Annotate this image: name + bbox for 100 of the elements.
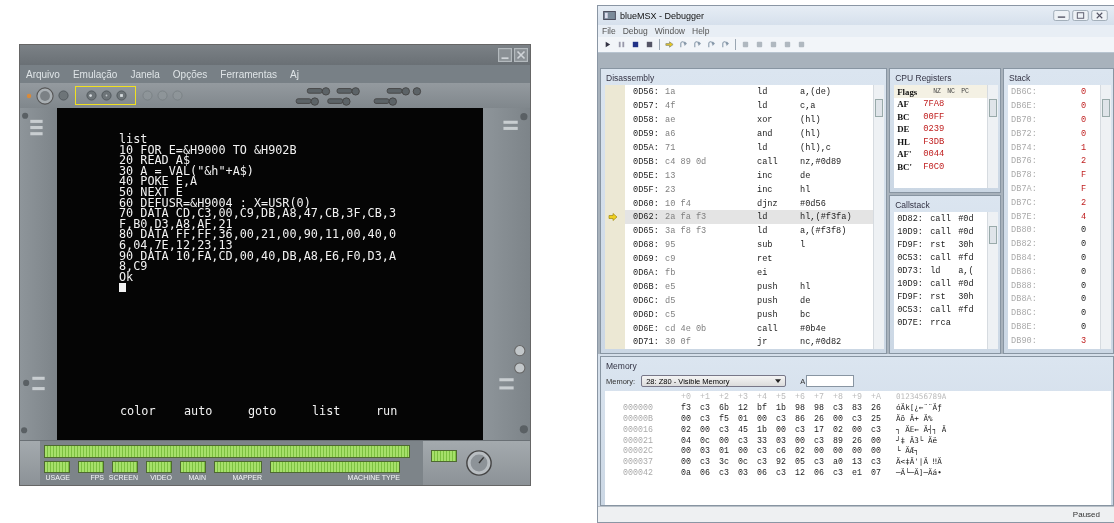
disassembly-row[interactable]: 0D58: ae xor (hl) [625, 113, 874, 128]
address-field[interactable] [806, 375, 855, 388]
disassembly-row[interactable]: 0D6E: cd 4e 0b call #0b4e [625, 321, 874, 336]
round-button[interactable] [116, 90, 127, 101]
scrollbar[interactable] [987, 212, 999, 350]
hex-byte: c3 [833, 403, 844, 413]
address-text: 0D5B: [633, 156, 660, 167]
screen-text: 60 DEFUSR=&H9004 : X=USR(0) [119, 197, 311, 209]
hex-byte: c3 [833, 467, 844, 477]
panel-title: Stack [1008, 72, 1032, 86]
mnemonic-text: sub [757, 240, 774, 251]
disassembly-row[interactable]: 0D5F: 23 inc hl [625, 182, 874, 197]
operand-text: #0d [958, 278, 974, 289]
hex-byte: 00 [681, 413, 692, 423]
register-name: BC' [897, 161, 913, 172]
disassembly-row[interactable]: 0D60: 10 f4 djnz #0d56 [625, 196, 874, 211]
stack-value: 2 [1081, 156, 1087, 167]
disassembly-row[interactable]: 0D69: c9 ret [625, 252, 874, 267]
address-text: 0D5A: [633, 142, 660, 153]
disassembly-row[interactable]: 0D5B: c4 89 0d call nz,#0d89 [625, 154, 874, 169]
disassembly-row[interactable]: 0D56: 1a ld a,(de) [625, 85, 874, 100]
register-value: F3DB [923, 136, 945, 147]
disassembly-row[interactable]: 0D5E: 13 inc de [625, 168, 874, 183]
scrollbar[interactable] [873, 85, 885, 350]
register-name: AF' [897, 149, 913, 160]
stack-value: 2 [1081, 197, 1087, 208]
bytes-text: 95 [665, 240, 677, 251]
minimize-button[interactable] [498, 48, 512, 62]
menu-item[interactable]: File [602, 26, 616, 37]
hex-byte: 45 [738, 424, 749, 434]
screen-text: 90 DATA 10,FA,CD,00,40,DB,A8,E6,F0,D3,A [119, 250, 396, 262]
function-key-label: run [376, 404, 399, 418]
column-header: +9 [852, 392, 863, 402]
address-text: DB7A: [1011, 183, 1038, 194]
hex-byte: 00 [757, 413, 768, 423]
address-text: 0C53: [897, 304, 924, 315]
hex-byte: 00 [795, 435, 806, 445]
step-icon[interactable] [707, 40, 716, 50]
menu-item[interactable]: Help [692, 26, 710, 37]
mnemonic-text: ld [757, 226, 769, 237]
play-icon[interactable] [603, 40, 612, 50]
address-text: 0D69: [633, 254, 660, 265]
hex-byte: 12 [738, 403, 749, 413]
disassembly-row[interactable]: 0D6B: e5 push hl [625, 279, 874, 294]
menu-item[interactable]: Debug [622, 26, 648, 37]
step-icon[interactable] [679, 40, 688, 50]
maximize-button[interactable] [1072, 10, 1089, 22]
step-icon[interactable] [721, 40, 730, 50]
disassembly-row[interactable]: 0D59: a6 and (hl) [625, 127, 874, 141]
knob-icon[interactable] [36, 86, 54, 105]
square-icon[interactable] [645, 40, 654, 50]
bytes-text: c4 89 0d [665, 156, 708, 167]
minimize-button[interactable] [1053, 10, 1070, 22]
scrollbar[interactable] [987, 85, 999, 189]
disassembly-row[interactable]: 0D57: 4f ld c,a [625, 99, 874, 114]
operand-text: #0d [958, 226, 974, 237]
address-text: 0D58: [633, 115, 660, 126]
caret-icon [775, 379, 782, 384]
bytes-text: 10 f4 [665, 198, 692, 209]
register-value: F0C0 [923, 161, 945, 172]
address-text: 000016 [623, 424, 654, 434]
hex-byte: c3 [795, 424, 806, 434]
register-name: DE [897, 124, 911, 135]
operand-text: (hl) [800, 115, 821, 126]
disassembly-row[interactable]: 0D6C: d5 push de [625, 293, 874, 308]
step-icon[interactable] [693, 40, 702, 50]
address-text: 000037 [623, 457, 654, 467]
round-button[interactable] [101, 90, 112, 101]
mnemonic-text: djnz [757, 198, 779, 209]
menu-item[interactable]: Window [654, 26, 685, 37]
operand-text: #fd [958, 252, 974, 263]
arrow-icon[interactable] [665, 40, 674, 50]
close-button[interactable] [1091, 10, 1108, 22]
address-text: 10D9: [897, 278, 924, 289]
stack-value: 0 [1081, 266, 1087, 277]
mnemonic-text: call [930, 252, 952, 263]
disassembly-row[interactable]: 0D68: 95 sub l [625, 238, 874, 253]
round-button[interactable] [86, 90, 97, 101]
hex-byte: 33 [757, 435, 768, 445]
operand-text: 30h [958, 291, 974, 302]
round-button[interactable] [58, 90, 69, 101]
hex-byte: c3 [871, 424, 882, 434]
scrollbar[interactable] [1100, 85, 1111, 350]
knob-icon[interactable] [465, 449, 493, 477]
disassembly-row[interactable]: 0D65: 3a f8 f3 ld a,(#f3f8) [625, 224, 874, 239]
disassembly-row[interactable]: 0D5A: 71 ld (hl),c [625, 141, 874, 155]
mnemonic-text: inc [757, 170, 774, 181]
disassembly-row[interactable]: 0D6A: fb ei [625, 266, 874, 280]
disassembly-row[interactable]: 0D6D: c5 push bc [625, 307, 874, 322]
stop-icon[interactable] [631, 40, 640, 50]
register-name: AF [897, 99, 910, 110]
window-title: blueMSX - Debugger [620, 10, 705, 21]
hex-byte: c3 [700, 457, 711, 467]
disassembly-row[interactable]: 0D71: 30 0f jr nc,#0d82 [625, 335, 874, 350]
hex-byte: 00 [833, 446, 844, 456]
pause-icon[interactable] [617, 40, 626, 50]
bytes-text: 4f [665, 101, 677, 112]
address-text: 0D6A: [633, 267, 660, 278]
mnemonic-text: push [757, 281, 779, 292]
address-text: 0D62: [633, 212, 660, 223]
